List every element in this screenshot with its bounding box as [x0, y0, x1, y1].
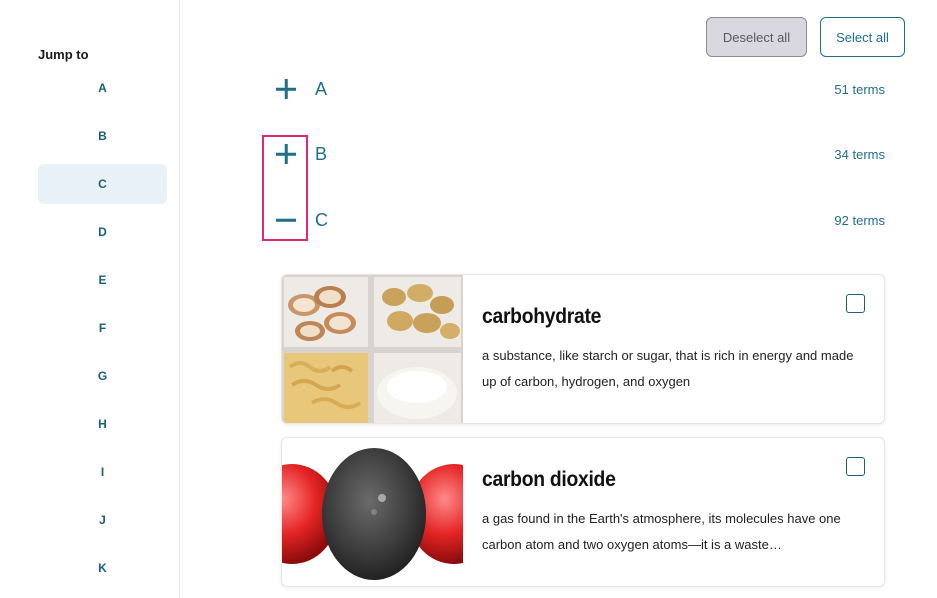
sidebar-letter-d[interactable]: D: [38, 212, 167, 252]
section-row-c[interactable]: C 92 terms: [270, 200, 885, 240]
jump-to-title: Jump to: [38, 47, 89, 62]
carbohydrate-image: [282, 275, 463, 423]
section-term-count: 92 terms: [834, 212, 885, 228]
section-letter: B: [315, 143, 328, 164]
section-letter: A: [315, 78, 328, 99]
jump-to-sidebar: Jump to A B C D E F G H I J K: [0, 0, 180, 598]
expand-plus-icon[interactable]: [270, 73, 302, 105]
card-body: carbohydrate a substance, like starch or…: [482, 305, 867, 395]
sidebar-letter-e[interactable]: E: [38, 260, 167, 300]
term-title: carbon dioxide: [482, 468, 616, 491]
letter-list: A B C D E F G H I J K: [38, 68, 167, 596]
deselect-all-button[interactable]: Deselect all: [706, 17, 807, 57]
sidebar-letter-a[interactable]: A: [38, 68, 167, 108]
section-term-count: 51 terms: [834, 81, 885, 97]
sidebar-letter-b[interactable]: B: [38, 116, 167, 156]
term-card-carbon-dioxide[interactable]: carbon dioxide a gas found in the Earth'…: [281, 437, 885, 587]
term-checkbox[interactable]: [846, 294, 865, 313]
carbon-dioxide-image: [282, 438, 463, 586]
sidebar-letter-i[interactable]: I: [38, 452, 167, 492]
collapse-minus-icon[interactable]: [270, 204, 302, 236]
term-title: carbohydrate: [482, 305, 602, 328]
section-row-a[interactable]: A 51 terms: [270, 69, 885, 109]
section-letter: C: [315, 209, 328, 230]
term-checkbox[interactable]: [846, 457, 865, 476]
term-description: a substance, like starch or sugar, that …: [482, 348, 854, 389]
card-body: carbon dioxide a gas found in the Earth'…: [482, 468, 867, 558]
select-all-button[interactable]: Select all: [820, 17, 905, 57]
section-term-count: 34 terms: [834, 146, 885, 162]
sidebar-letter-k[interactable]: K: [38, 548, 167, 588]
sidebar-letter-f[interactable]: F: [38, 308, 167, 348]
section-row-b[interactable]: B 34 terms: [270, 134, 885, 174]
sidebar-letter-c[interactable]: C: [38, 164, 167, 204]
term-description: a gas found in the Earth's atmosphere, i…: [482, 511, 841, 552]
term-card-carbohydrate[interactable]: carbohydrate a substance, like starch or…: [281, 274, 885, 424]
sidebar-letter-j[interactable]: J: [38, 500, 167, 540]
sidebar-letter-g[interactable]: G: [38, 356, 167, 396]
sidebar-letter-h[interactable]: H: [38, 404, 167, 444]
expand-plus-icon[interactable]: [270, 138, 302, 170]
